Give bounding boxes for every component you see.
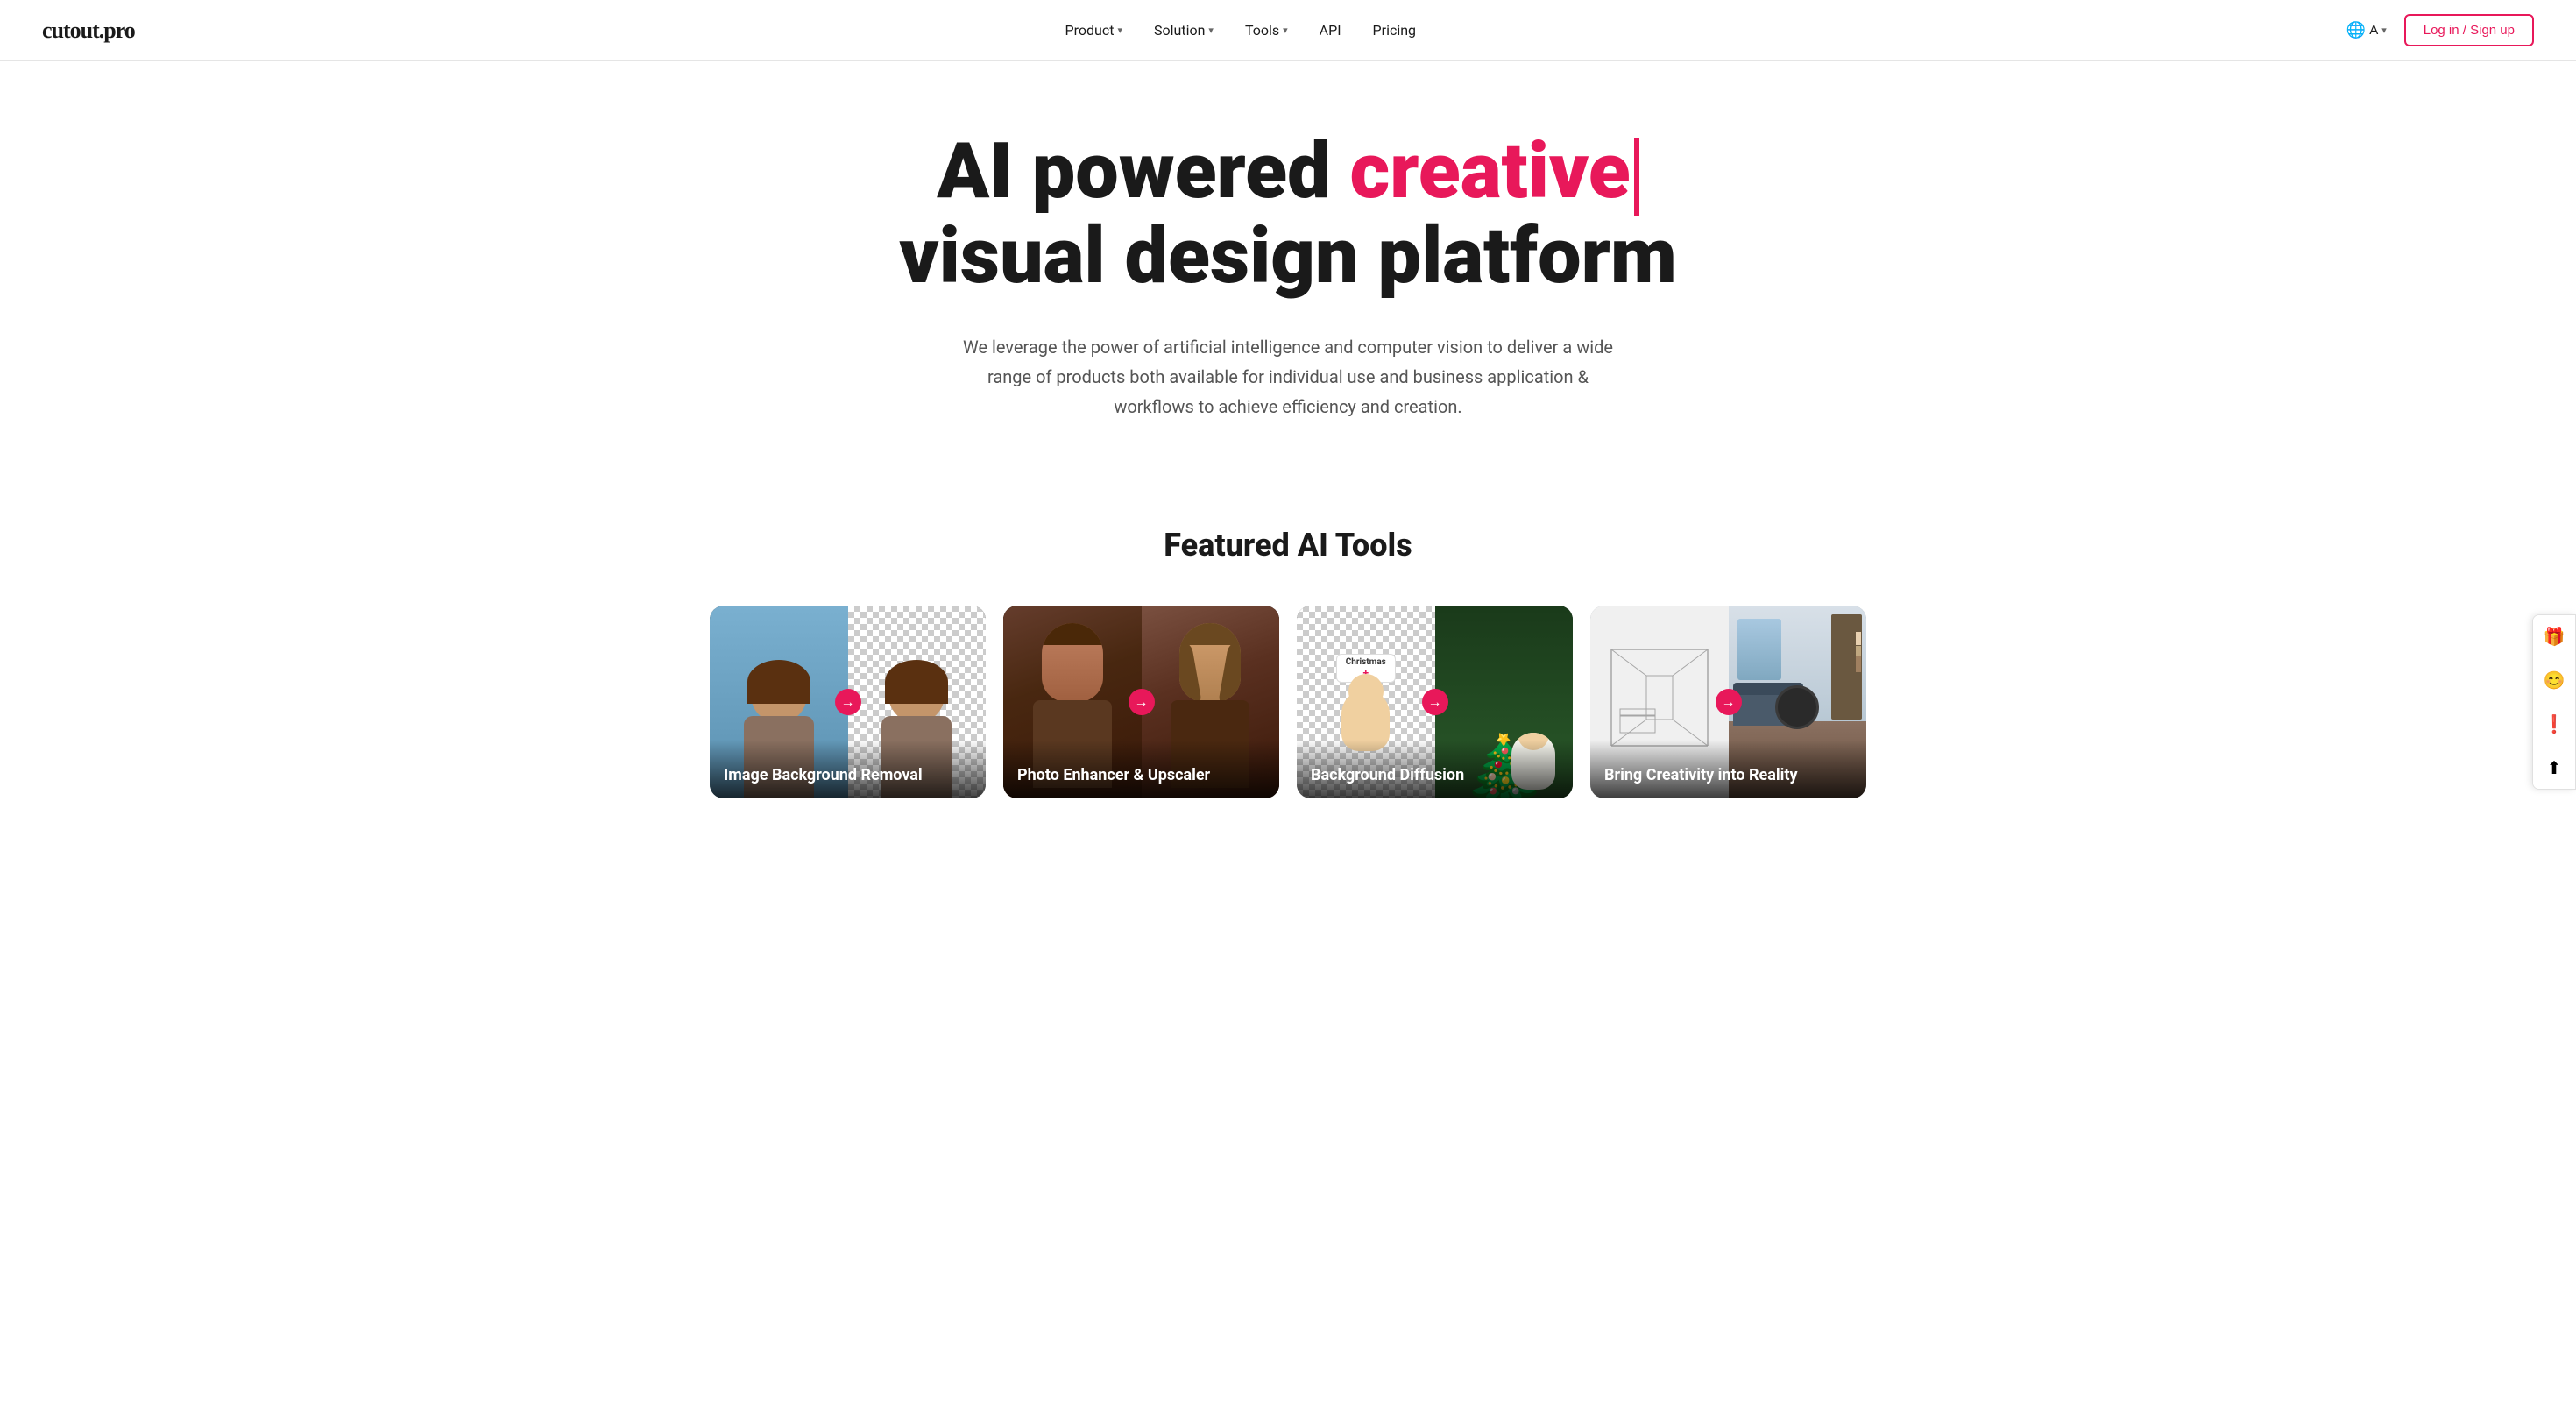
- hero-title-highlight: creative: [1349, 126, 1630, 216]
- tool-label-bg-removal: Image Background Removal: [710, 740, 986, 798]
- alert-button[interactable]: ❗: [2533, 703, 2575, 745]
- solution-chevron-icon: ▾: [1208, 25, 1214, 36]
- gift-icon: 🎁: [2544, 626, 2565, 648]
- nav-api[interactable]: API: [1320, 22, 1341, 39]
- hero-description: We leverage the power of artificial inte…: [946, 332, 1630, 422]
- hero-section: AI powered creative visual design platfo…: [675, 61, 1901, 527]
- nav-pricing[interactable]: Pricing: [1373, 22, 1417, 39]
- tool-label-bg-diffusion: Background Diffusion: [1297, 740, 1573, 798]
- nav-product[interactable]: Product ▾: [1065, 22, 1122, 39]
- nav-solution[interactable]: Solution ▾: [1154, 22, 1214, 39]
- avatar-button[interactable]: 😊: [2533, 659, 2575, 701]
- nav-right: 🌐 A ▾ Log in / Sign up: [2346, 14, 2534, 46]
- logo[interactable]: cutout.pro: [42, 18, 135, 44]
- nav-tools[interactable]: Tools ▾: [1245, 22, 1288, 39]
- lang-chevron-icon: ▾: [2381, 25, 2387, 36]
- language-button[interactable]: 🌐 A ▾: [2346, 21, 2387, 39]
- translate-icon: 🌐: [2346, 21, 2366, 39]
- navbar: cutout.pro Product ▾ Solution ▾ Tools ▾ …: [0, 0, 2576, 61]
- alert-icon: ❗: [2544, 713, 2565, 735]
- tool-label-photo-enhancer: Photo Enhancer & Upscaler: [1003, 740, 1279, 798]
- cursor-blink: [1634, 138, 1639, 216]
- product-chevron-icon: ▾: [1117, 25, 1122, 36]
- lang-label: A: [2369, 23, 2378, 38]
- hero-title-part1: AI powered: [937, 126, 1349, 216]
- featured-section: Featured AI Tools: [675, 527, 1901, 869]
- tools-grid: → Image Background Removal: [710, 606, 1866, 798]
- floating-sidebar: 🎁 😊 ❗ ⬆: [2532, 614, 2576, 790]
- login-button[interactable]: Log in / Sign up: [2404, 14, 2534, 46]
- featured-title: Featured AI Tools: [710, 527, 1866, 564]
- nav-links: Product ▾ Solution ▾ Tools ▾ API Pricing: [1065, 22, 1417, 39]
- avatar-icon: 😊: [2544, 670, 2565, 691]
- tools-chevron-icon: ▾: [1283, 25, 1288, 36]
- tool-card-bg-removal[interactable]: → Image Background Removal: [710, 606, 986, 798]
- upload-icon: ⬆: [2547, 757, 2562, 779]
- gift-button[interactable]: 🎁: [2533, 615, 2575, 657]
- scroll-top-button[interactable]: ⬆: [2533, 747, 2575, 789]
- tool-card-creativity[interactable]: → Bring Creativity into Reality: [1590, 606, 1866, 798]
- tool-label-creativity: Bring Creativity into Reality: [1590, 740, 1866, 798]
- hero-title: AI powered creative visual design platfo…: [710, 131, 1866, 297]
- logo-text: cutout.pro: [42, 18, 135, 43]
- tool-card-bg-diffusion[interactable]: Christmas+ 🎄: [1297, 606, 1573, 798]
- tool-card-photo-enhancer[interactable]: → Photo Enhancer & Upscaler: [1003, 606, 1279, 798]
- hero-title-part2: visual design platform: [899, 211, 1677, 301]
